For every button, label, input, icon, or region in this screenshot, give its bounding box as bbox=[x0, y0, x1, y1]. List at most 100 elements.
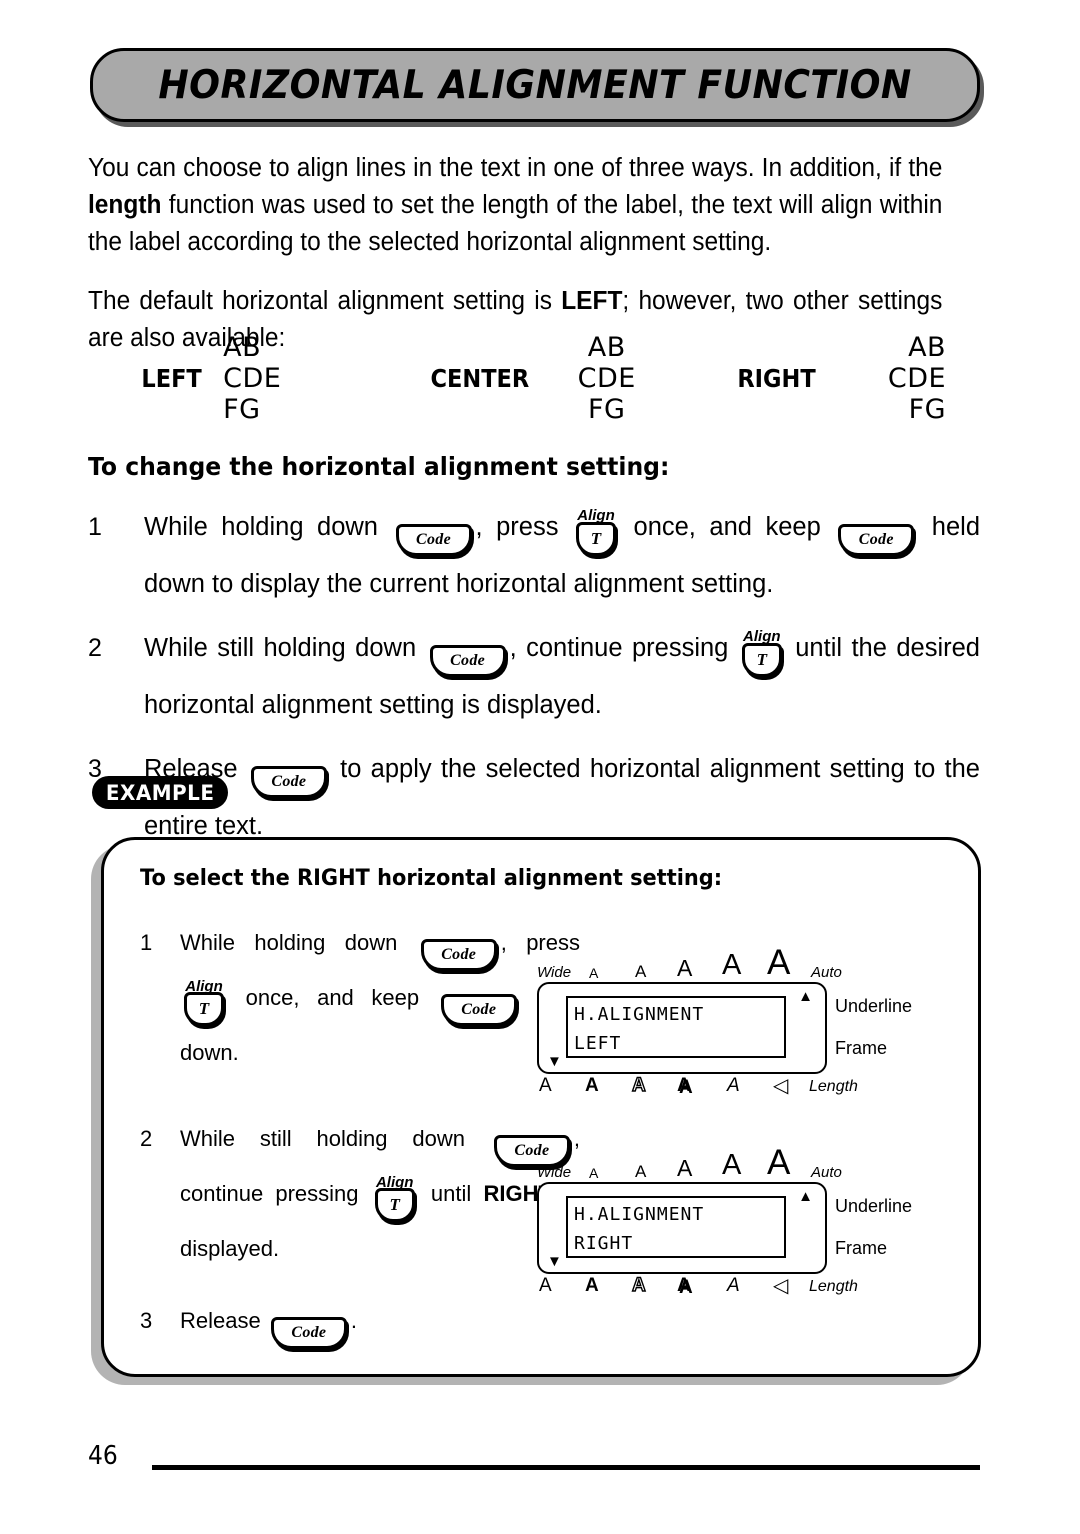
indicator-size-3: A bbox=[677, 955, 693, 981]
step-number: 2 bbox=[140, 1126, 153, 1151]
indicator-mirror-icon: ◁ bbox=[773, 1275, 789, 1297]
key-cap-label: Code bbox=[395, 524, 472, 556]
indicator-size-2: A bbox=[635, 962, 647, 981]
intro-p1-bold: length bbox=[88, 191, 162, 219]
lcd-bezel: ▲ ▼ H.ALIGNMENT LEFT bbox=[537, 982, 827, 1074]
page-number: 46 bbox=[88, 1441, 118, 1471]
key-t-align: Align T bbox=[576, 507, 616, 560]
indicator-size-5: A bbox=[767, 1143, 791, 1182]
intro-p1-part2: function was used to set the length of t… bbox=[88, 191, 943, 256]
lcd-line-1: H.ALIGNMENT bbox=[574, 1204, 705, 1225]
indicator-size-4: A bbox=[722, 949, 742, 981]
step-text-part: While holding down bbox=[180, 930, 417, 955]
indicator-style-shadow: A bbox=[677, 1075, 691, 1096]
lcd-line-2: RIGHT bbox=[574, 1233, 634, 1254]
alignment-sample-row: LEFT AB CDE FG CENTER AB CDE FG RIGHT AB… bbox=[120, 322, 990, 434]
key-t-align: Align T bbox=[374, 1174, 415, 1226]
key-cap-label: Code bbox=[270, 1317, 347, 1349]
indicator-style-outline: A bbox=[631, 1275, 646, 1296]
indicator-style-bold: A bbox=[585, 1275, 599, 1296]
sample-line: AB bbox=[223, 332, 262, 363]
key-superscript-label: Align bbox=[375, 1174, 414, 1191]
alignment-label-right: RIGHT bbox=[737, 364, 816, 393]
step-text-part: While holding down bbox=[144, 513, 392, 541]
sample-line: FG bbox=[588, 394, 626, 425]
lcd-line-1: H.ALIGNMENT bbox=[574, 1004, 705, 1025]
lcd-right-indicators: Underline Frame bbox=[835, 1182, 955, 1274]
key-superscript-label: Align bbox=[185, 978, 223, 995]
indicator-underline-label: Underline bbox=[835, 1196, 913, 1216]
indicator-auto-label: Auto bbox=[811, 1164, 842, 1181]
indicator-size-1: A bbox=[589, 1165, 599, 1181]
lcd-display-1: Wide A A A A A Auto ▲ ▼ H.ALIGNMENT LEFT… bbox=[529, 945, 912, 1102]
procedure-heading: To change the horizontal alignment setti… bbox=[88, 452, 670, 481]
indicator-auto-label: Auto bbox=[811, 964, 842, 981]
lcd-bottom-indicators: A A A A A ◁ Length bbox=[537, 1275, 858, 1302]
lcd-line-2: LEFT bbox=[574, 1033, 622, 1054]
key-t-align: Align T bbox=[184, 978, 224, 1030]
step-text: While holding down Code, press Align T on… bbox=[144, 503, 980, 608]
procedure-step-1: 1 While holding down Code, press Align T … bbox=[88, 503, 980, 608]
step-number: 1 bbox=[140, 930, 153, 955]
sample-line: CDE bbox=[223, 363, 282, 394]
indicator-length-label: Length bbox=[809, 1078, 858, 1095]
lcd-top-indicators: Wide A A A A A Auto bbox=[537, 1145, 842, 1181]
sample-line: CDE bbox=[887, 363, 947, 394]
indicator-style-italic: A bbox=[727, 1275, 740, 1296]
step-text: Release Code. bbox=[180, 1298, 580, 1353]
example-box: To select the RIGHT horizontal alignment… bbox=[101, 837, 981, 1377]
step-text-part: once, and keep bbox=[228, 985, 437, 1010]
key-t-align: Align T bbox=[741, 628, 782, 681]
step-text: While holding down Code, press Align T on… bbox=[180, 920, 580, 1076]
key-code: Code bbox=[838, 512, 915, 560]
alignment-sample-left: LEFT AB CDE FG bbox=[138, 332, 331, 425]
intro-p2-bold: LEFT bbox=[561, 287, 623, 315]
lcd-marker-up-icon: ▲ bbox=[798, 988, 813, 1005]
indicator-size-3: A bbox=[677, 1155, 693, 1181]
key-code: Code bbox=[250, 754, 327, 802]
footer-divider bbox=[152, 1465, 980, 1470]
indicator-size-4: A bbox=[722, 1149, 742, 1181]
sample-line: AB bbox=[587, 332, 626, 363]
intro-p1-part1: You can choose to align lines in the tex… bbox=[88, 154, 943, 182]
example-title: To select the RIGHT horizontal alignment… bbox=[140, 866, 723, 891]
intro-paragraph-1: You can choose to align lines in the tex… bbox=[88, 150, 942, 261]
lcd-display-2: Wide A A A A A Auto ▲ ▼ H.ALIGNMENT RIGH… bbox=[529, 1145, 912, 1302]
indicator-frame-label: Frame bbox=[835, 1238, 888, 1258]
step-number: 3 bbox=[140, 1308, 153, 1333]
key-superscript-label: Align bbox=[577, 507, 615, 524]
key-cap-label: Code bbox=[420, 939, 497, 971]
step-text-part: once, and keep bbox=[620, 513, 835, 541]
indicator-size-2: A bbox=[635, 1162, 647, 1181]
indicator-size-5: A bbox=[767, 943, 791, 982]
step-number: 2 bbox=[88, 634, 102, 662]
lcd-marker-down-icon: ▼ bbox=[547, 1253, 562, 1270]
key-code: Code bbox=[429, 633, 506, 681]
sample-line: AB bbox=[908, 332, 947, 363]
step-text: Release Code to apply the selected horiz… bbox=[144, 745, 980, 850]
lcd-marker-up-icon: ▲ bbox=[798, 1188, 813, 1205]
indicator-wide-label: Wide bbox=[537, 964, 572, 981]
lcd-bezel: ▲ ▼ H.ALIGNMENT RIGHT bbox=[537, 1182, 827, 1274]
key-code: Code bbox=[420, 929, 497, 975]
page-title-banner: HORIZONTAL ALIGNMENT FUNCTION bbox=[90, 48, 980, 122]
step-text-part: While still holding down bbox=[180, 1126, 490, 1151]
intro-p2-part1: The default horizontal alignment setting… bbox=[88, 287, 562, 315]
example-step-3: 3 Release Code. bbox=[140, 1298, 580, 1353]
procedure-step-2: 2 While still holding down Code, continu… bbox=[88, 624, 980, 729]
example-step-1: 1 While holding down Code, press Align T … bbox=[140, 920, 580, 1076]
indicator-style-outline: A bbox=[631, 1075, 646, 1096]
indicator-wide-label: Wide bbox=[537, 1164, 572, 1181]
indicator-style-normal: A bbox=[539, 1275, 552, 1296]
alignment-label-center: CENTER bbox=[430, 364, 530, 393]
key-cap-label: Code bbox=[440, 994, 517, 1026]
indicator-mirror-icon: ◁ bbox=[773, 1075, 789, 1097]
step-number: 1 bbox=[88, 513, 102, 541]
indicator-underline-label: Underline bbox=[835, 996, 913, 1016]
indicator-frame-label: Frame bbox=[835, 1038, 888, 1058]
alignment-block-center: AB CDE FG bbox=[553, 332, 661, 425]
key-cap-label: Code bbox=[250, 766, 327, 798]
lcd-bottom-indicators: A A A A A ◁ Length bbox=[537, 1075, 858, 1102]
alignment-label-left: LEFT bbox=[141, 364, 202, 393]
alignment-block-right: AB CDE FG bbox=[838, 332, 946, 425]
